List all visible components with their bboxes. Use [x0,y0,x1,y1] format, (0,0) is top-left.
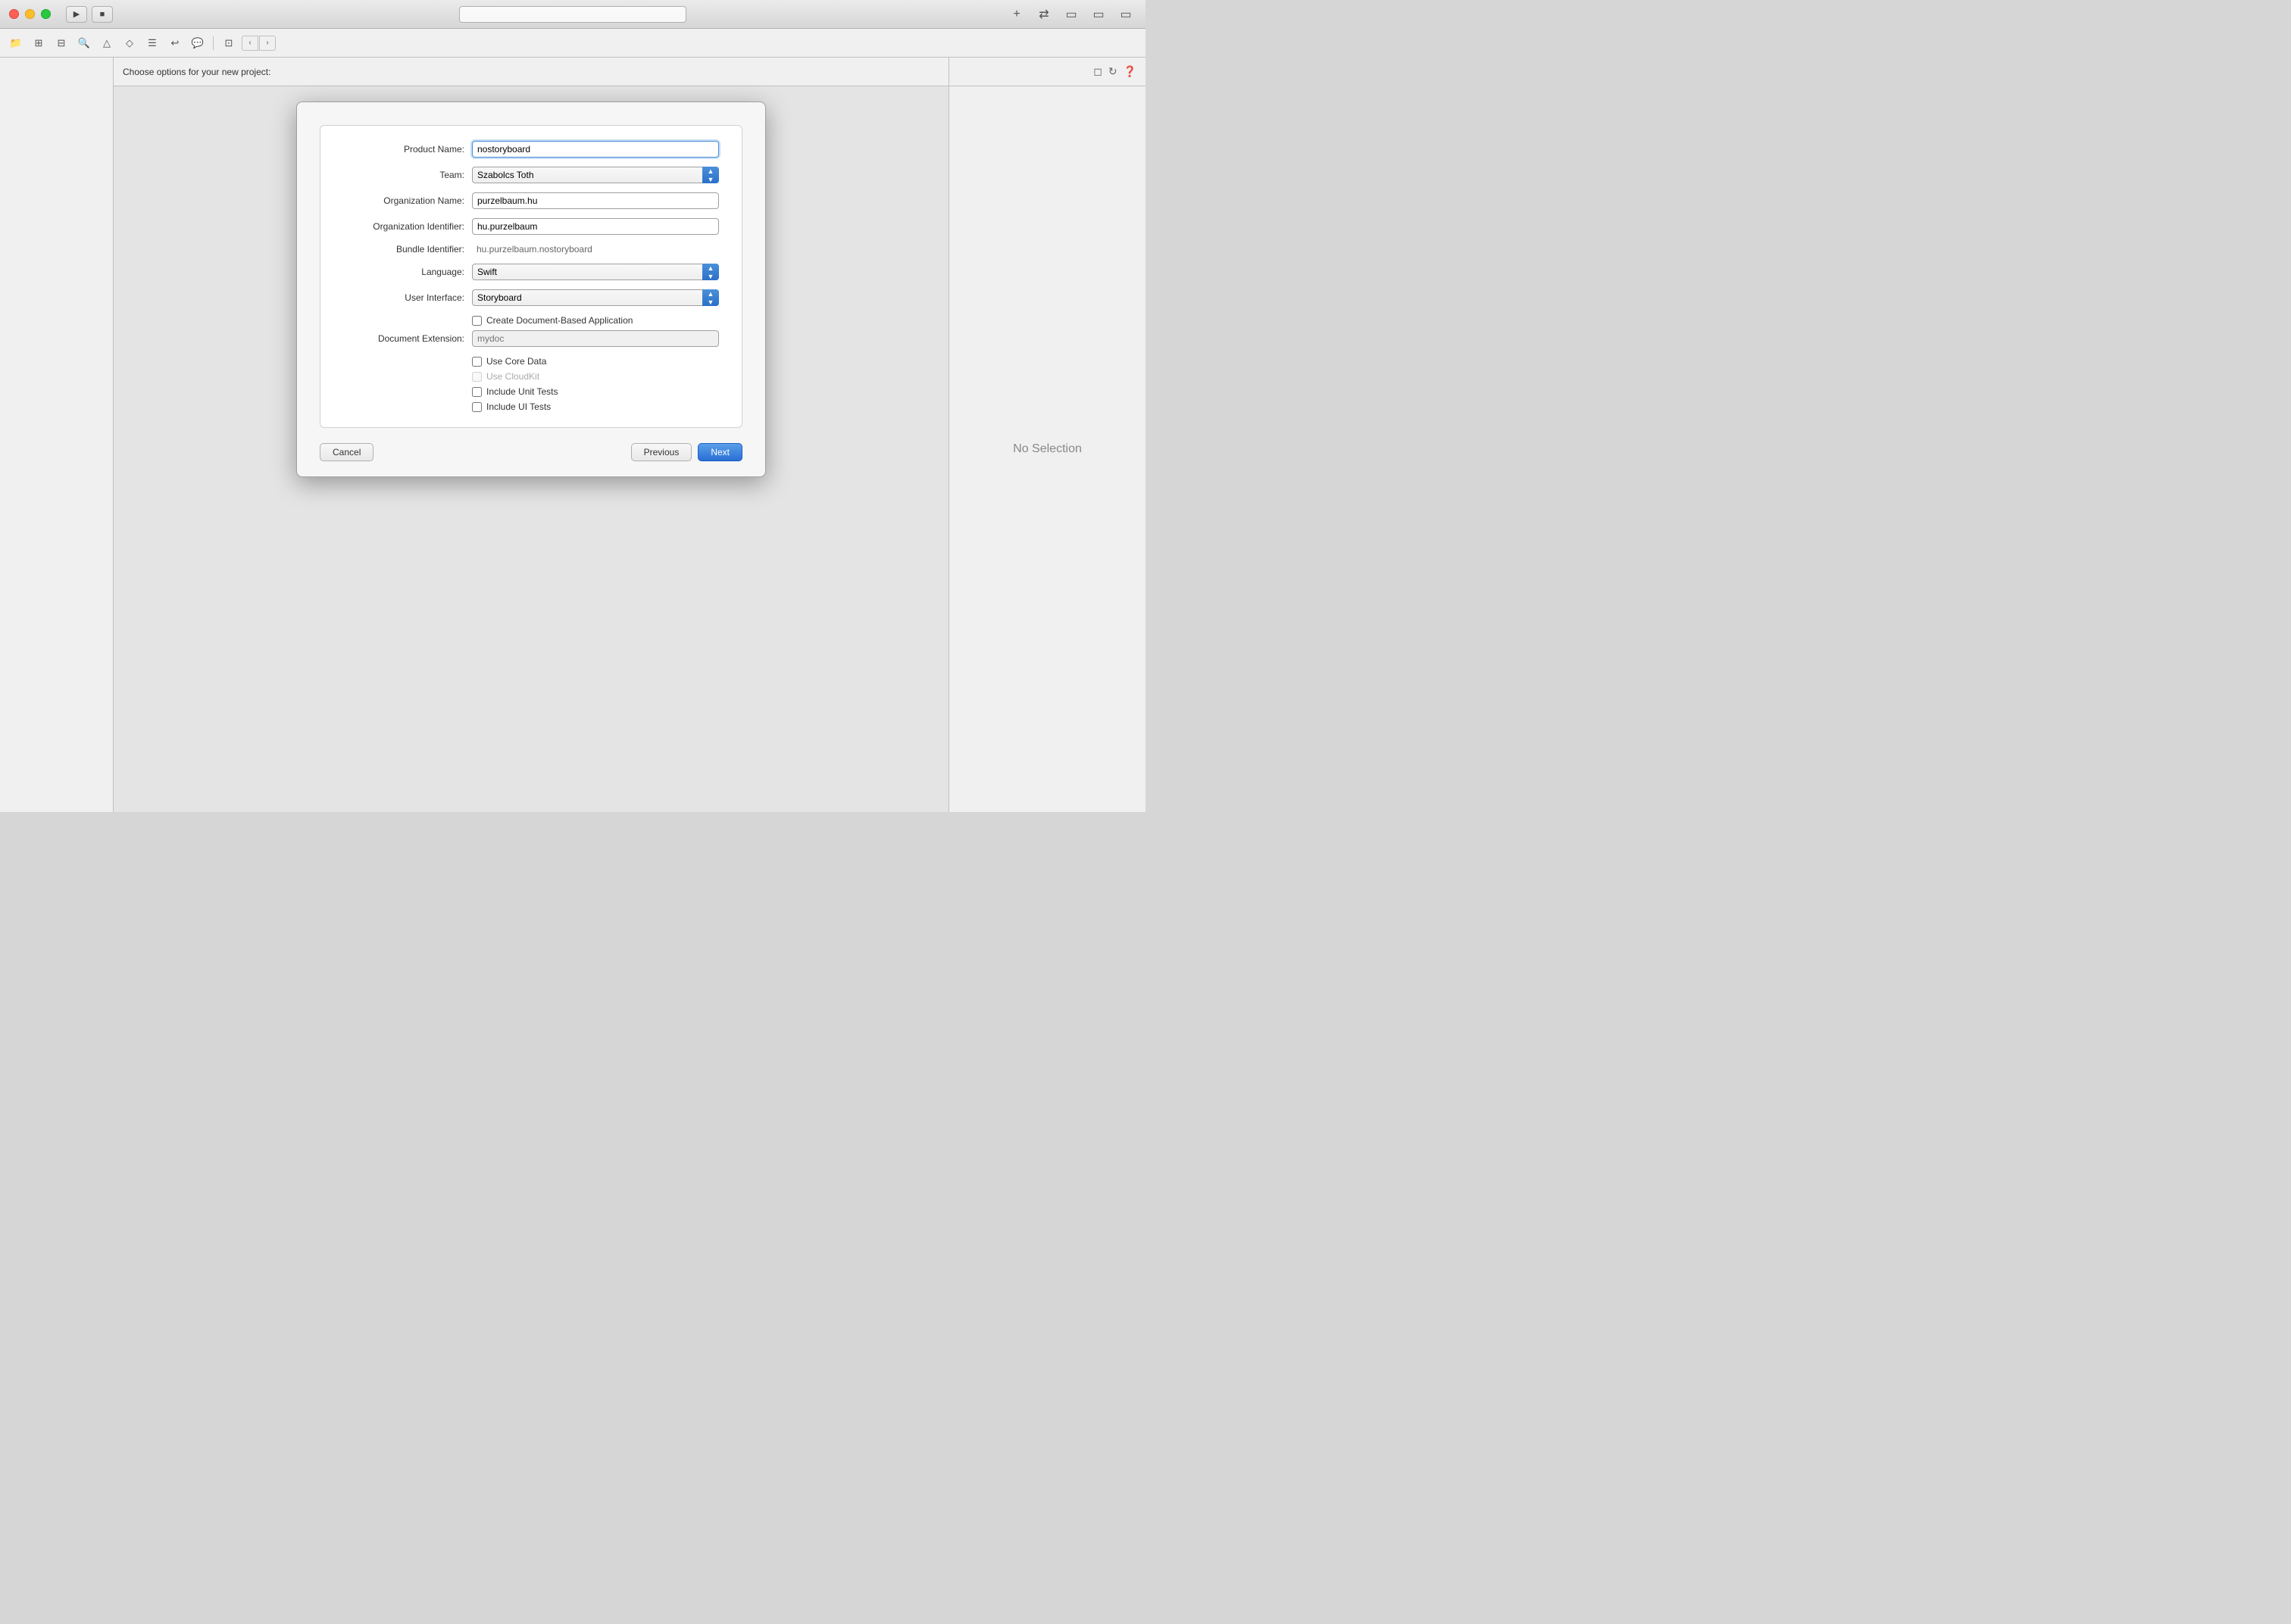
layout3-icon[interactable]: ▭ [1115,6,1136,23]
create-doc-row: Create Document-Based Application [343,315,719,326]
next-button[interactable]: Next [698,443,742,461]
team-label: Team: [343,170,472,180]
org-id-input[interactable] [472,218,719,235]
use-cloudkit-checkbox[interactable] [472,372,482,382]
team-select-wrapper: Szabolcs Toth ▲▼ [472,167,719,183]
left-panel [0,58,114,812]
dialog-buttons-right: Previous Next [631,443,742,461]
warning-icon[interactable]: △ [97,35,117,52]
bundle-id-label: Bundle Identifier: [343,244,472,255]
ui-tests-row: Include UI Tests [343,401,719,412]
titlebar: ▶ ■ + ⇄ ▭ ▭ ▭ [0,0,1146,29]
titlebar-controls: ▶ ■ [66,6,113,23]
org-name-input[interactable] [472,192,719,209]
inspector-icon-1[interactable]: ◻ [1093,65,1102,78]
team-select[interactable]: Szabolcs Toth [472,167,719,183]
org-name-row: Organization Name: [343,192,719,209]
search-icon[interactable]: 🔍 [74,35,94,52]
filter-icon[interactable]: ⊟ [52,35,71,52]
minimize-button[interactable] [25,9,35,19]
folder-icon[interactable]: 📁 [6,35,26,52]
product-name-label: Product Name: [343,144,472,155]
ui-select-wrapper: Storyboard SwiftUI ▲▼ [472,289,719,306]
cloudkit-row: Use CloudKit [343,371,719,382]
split-icon[interactable]: ⊡ [219,35,239,52]
product-name-input[interactable] [472,141,719,158]
ui-select[interactable]: Storyboard SwiftUI [472,289,719,306]
stop-button[interactable]: ■ [92,6,113,23]
include-ui-tests-checkbox[interactable] [472,402,482,412]
form-section: Product Name: Team: Szabolcs Toth [320,125,742,428]
bundle-id-row: Bundle Identifier: hu.purzelbaum.nostory… [343,244,719,255]
nav-back-button[interactable]: ‹ [242,36,258,51]
no-selection-label: No Selection [1013,442,1082,456]
use-core-data-checkbox[interactable] [472,357,482,367]
doc-ext-row: Document Extension: [343,330,719,347]
layout1-icon[interactable]: ▭ [1061,6,1082,23]
new-project-dialog: Product Name: Team: Szabolcs Toth [296,102,766,477]
language-select[interactable]: Swift Objective-C [472,264,719,280]
cancel-button[interactable]: Cancel [320,443,373,461]
close-button[interactable] [9,9,19,19]
language-label: Language: [343,267,472,277]
toolbar: 📁 ⊞ ⊟ 🔍 △ ◇ ☰ ↩ 💬 ⊡ ‹ › [0,29,1146,58]
org-name-label: Organization Name: [343,195,472,206]
core-data-row: Use Core Data [343,356,719,367]
comment-icon[interactable]: 💬 [188,35,208,52]
use-core-data-label[interactable]: Use Core Data [486,356,546,367]
add-icon[interactable]: + [1006,6,1027,23]
include-unit-tests-label[interactable]: Include Unit Tests [486,386,558,397]
titlebar-right: + ⇄ ▭ ▭ ▭ [1006,6,1136,23]
product-name-row: Product Name: [343,141,719,158]
layout2-icon[interactable]: ▭ [1088,6,1109,23]
include-unit-tests-checkbox[interactable] [472,387,482,397]
include-ui-tests-label[interactable]: Include UI Tests [486,401,551,412]
language-select-wrapper: Swift Objective-C ▲▼ [472,264,719,280]
right-panel-container: ◻ ↻ ❓ No Selection [949,58,1146,812]
right-panel-body: No Selection [949,86,1146,812]
back-icon[interactable]: ↩ [165,35,185,52]
unit-tests-row: Include Unit Tests [343,386,719,397]
doc-ext-input[interactable] [472,330,719,347]
inspector-toolbar: ◻ ↻ ❓ [949,58,1146,86]
content-body: Product Name: Team: Szabolcs Toth [114,86,949,812]
bundle-id-value: hu.purzelbaum.nostoryboard [472,244,719,255]
content-toolbar: Choose options for your new project: [114,58,949,86]
maximize-button[interactable] [41,9,51,19]
grid-icon[interactable]: ⊞ [29,35,48,52]
diamond-icon[interactable]: ◇ [120,35,139,52]
team-row: Team: Szabolcs Toth ▲▼ [343,167,719,183]
play-button[interactable]: ▶ [66,6,87,23]
titlebar-search[interactable] [459,6,686,23]
codereview-icon[interactable]: ⇄ [1033,6,1055,23]
choose-options-label: Choose options for your new project: [123,67,270,77]
create-doc-checkbox[interactable] [472,316,482,326]
dialog-footer: Cancel Previous Next [320,443,742,461]
org-id-label: Organization Identifier: [343,221,472,232]
nav-buttons: ‹ › [242,36,276,51]
traffic-lights [9,9,51,19]
inspector-icon-3[interactable]: ❓ [1124,65,1136,78]
previous-button[interactable]: Previous [631,443,692,461]
language-row: Language: Swift Objective-C ▲▼ [343,264,719,280]
org-id-row: Organization Identifier: [343,218,719,235]
nav-forward-button[interactable]: › [259,36,276,51]
doc-ext-label: Document Extension: [343,333,472,344]
ui-label: User Interface: [343,292,472,303]
use-cloudkit-label[interactable]: Use CloudKit [486,371,539,382]
list-icon[interactable]: ☰ [142,35,162,52]
create-doc-label[interactable]: Create Document-Based Application [486,315,633,326]
ui-row: User Interface: Storyboard SwiftUI ▲▼ [343,289,719,306]
inspector-icon-2[interactable]: ↻ [1108,65,1117,78]
main-area: Choose options for your new project: Pro… [0,58,1146,812]
content-area: Choose options for your new project: Pro… [114,58,949,812]
toolbar-separator [213,36,214,50]
